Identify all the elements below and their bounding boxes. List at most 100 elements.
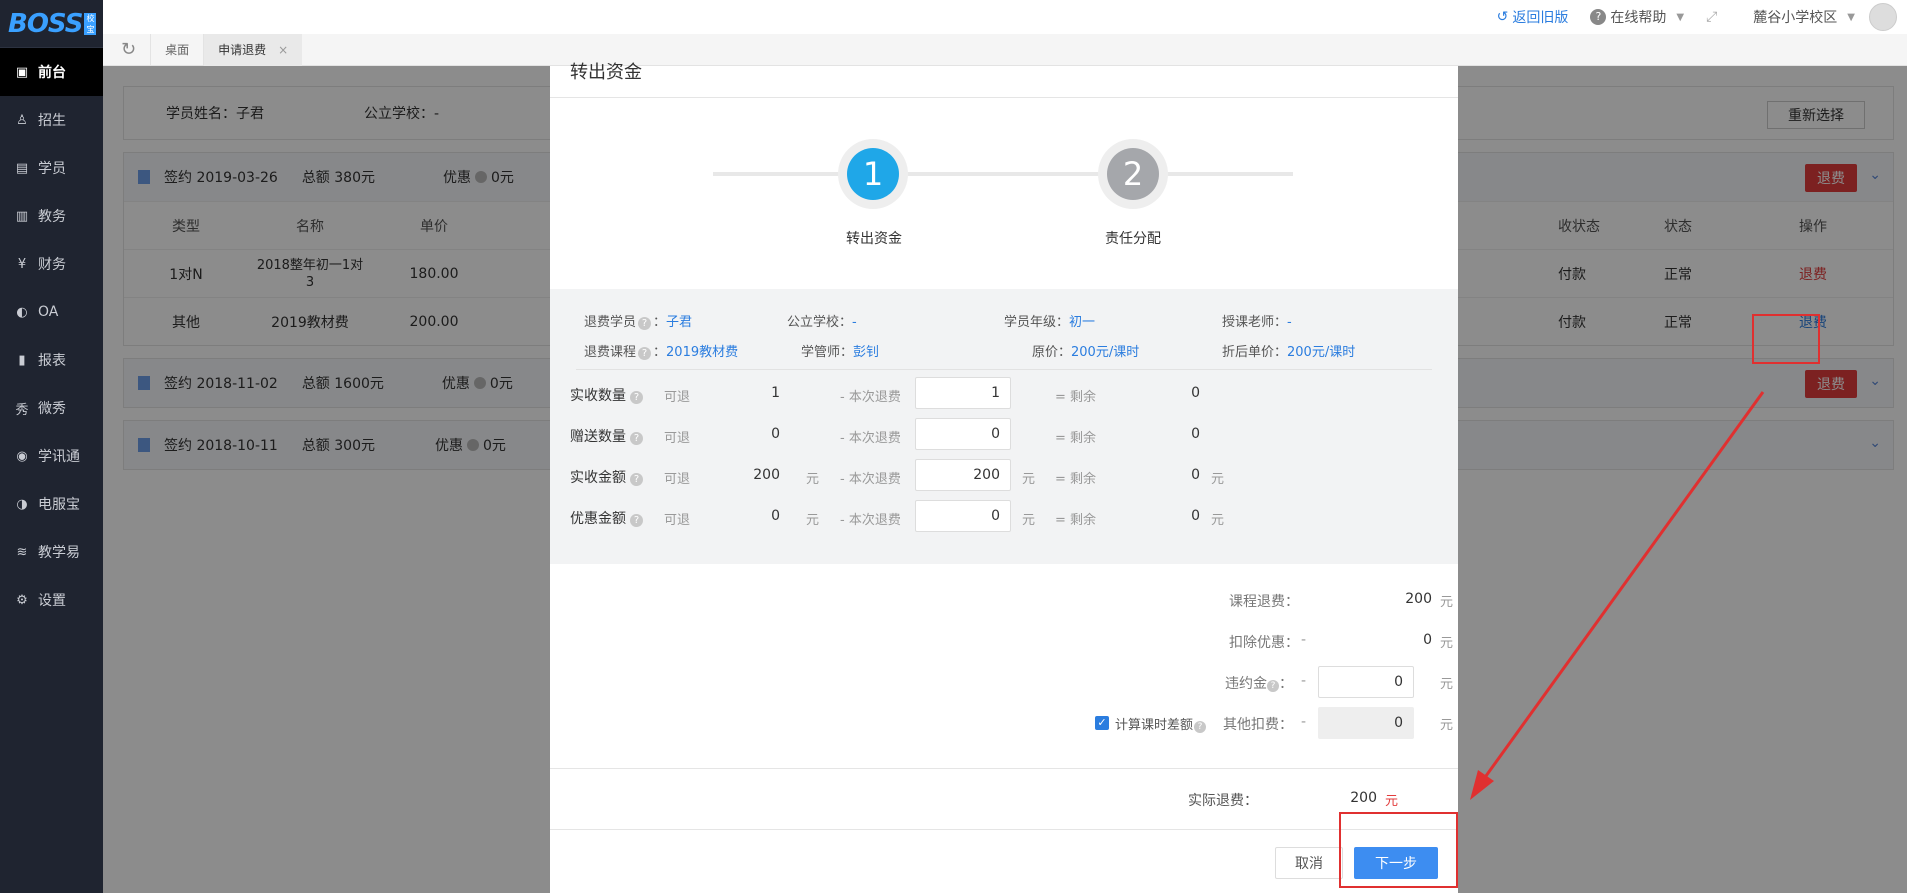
question-circle-icon: ? (630, 432, 643, 445)
logo-sub: 校宝 (84, 12, 97, 35)
actual-refund-value: 200 (1350, 790, 1377, 806)
refund-course: 退费课程? ：2019教材费 (584, 345, 739, 360)
back-old-version-link[interactable]: ↺ 返回旧版 (1497, 7, 1569, 27)
remain-label: = 剩余 (1055, 513, 1097, 528)
caret-down-icon: ▼ (1847, 11, 1855, 23)
question-circle-icon: ? (630, 514, 643, 527)
step-1-label: 转出资金 (846, 231, 902, 247)
sidebar-item-9[interactable]: ◑ 电服宝 (0, 480, 103, 528)
sidebar-nav: ▣ 前台 ♙ 招生 ▤ 学员 ▥ 教务 ¥ 财务 ◐ OA ▮ 报表秀微秀 ◉ 学讯通 ◑ 电服宝 ≋ 教学易 ⚙ 设置 (0, 48, 103, 624)
sidebar-item-5[interactable]: ◐ OA (0, 288, 103, 336)
remain-label: = 剩余 (1055, 472, 1097, 487)
calc-hour-diff-checkbox[interactable]: ✓ (1095, 716, 1109, 730)
question-circle-icon: ? (630, 391, 643, 404)
remain-value: 0 (1191, 385, 1200, 401)
tab-desktop[interactable]: 桌面 (150, 33, 203, 66)
tab-bar: ↻ 桌面 申请退费 × (103, 33, 1907, 66)
location-icon: ◉ (16, 448, 28, 464)
this-refund-label: - 本次退费 (840, 513, 901, 528)
logo-text: BOSS (8, 8, 83, 39)
refundable-label: 可退 (664, 472, 691, 487)
sidebar-item-1[interactable]: ♙ 招生 (0, 96, 103, 144)
remain-label: = 剩余 (1055, 431, 1097, 446)
this-refund-label: - 本次退费 (840, 390, 901, 405)
sidebar-item-8[interactable]: ◉ 学讯通 (0, 432, 103, 480)
yen-icon: ¥ (17, 256, 27, 272)
phone-icon: ◑ (16, 496, 28, 512)
course-refund-label: 课程退费： (1229, 594, 1299, 610)
sidebar-item-label: 学员 (38, 161, 66, 177)
penalty-label: 违约金?： (1225, 676, 1293, 692)
question-circle-icon: ? (1194, 721, 1207, 733)
this-refund-input[interactable]: 0 (915, 418, 1011, 450)
question-circle-icon: ? (638, 347, 652, 360)
sidebar-item-label: OA (38, 304, 59, 320)
course-teacher: 授课老师：- (1222, 315, 1292, 330)
this-refund-input[interactable]: 0 (915, 500, 1011, 532)
refundable-value: 0 (771, 508, 780, 524)
deduct-discount-label: 扣除优惠： (1229, 635, 1299, 651)
online-help-link[interactable]: ? 在线帮助 ▼ (1590, 7, 1684, 27)
sidebar-item-11[interactable]: ⚙ 设置 (0, 576, 103, 624)
user-plus-icon: ♙ (16, 112, 28, 128)
sidebar-item-label: 设置 (38, 593, 66, 609)
sidebar-item-label: 教学易 (38, 545, 80, 561)
remain-label: = 剩余 (1055, 390, 1097, 405)
course-refund-value: 200 (1405, 591, 1432, 607)
cancel-button[interactable]: 取消 (1275, 847, 1343, 879)
sidebar-item-6[interactable]: ▮ 报表 (0, 336, 103, 384)
question-circle-icon: ? (1590, 9, 1607, 25)
gear-icon: ⚙ (16, 592, 28, 608)
campus-selector[interactable]: 麓谷小学校区 ▼ (1753, 7, 1855, 27)
row-label: 实收金额? (570, 467, 643, 487)
transfer-funds-modal: 转出资金 1 2 转出资金 责任分配 退费学员? ：子君 公立学校：- 学员年级：… (550, 62, 1458, 893)
remain-value: 0 (1191, 508, 1200, 524)
show-icon: 秀 (15, 402, 29, 418)
fullscreen-button[interactable]: ⤢ (1706, 9, 1717, 25)
unit: 元 (806, 513, 820, 528)
sidebar-item-label: 财务 (38, 257, 66, 273)
steps-track (713, 172, 1293, 176)
study-manager: 学管师：彭钊 (801, 345, 880, 360)
refresh-icon[interactable]: ↻ (121, 39, 136, 60)
sidebar-item-label: 微秀 (38, 401, 66, 417)
toggle-icon: ◐ (16, 304, 28, 320)
row-label: 优惠金额? (570, 508, 643, 528)
sidebar-item-4[interactable]: ¥ 财务 (0, 240, 103, 288)
sidebar-item-label: 前台 (38, 65, 66, 81)
unit: 元 (1022, 513, 1036, 528)
sidebar-item-label: 电服宝 (38, 497, 80, 513)
sidebar-item-label: 学讯通 (38, 449, 80, 465)
sidebar-item-0[interactable]: ▣ 前台 (0, 48, 103, 96)
question-circle-icon: ? (1267, 680, 1279, 692)
sidebar-item-7[interactable]: 秀微秀 (0, 384, 103, 432)
deduct-discount-value: 0 (1423, 632, 1432, 648)
sidebar-item-10[interactable]: ≋ 教学易 (0, 528, 103, 576)
avatar[interactable] (1869, 3, 1897, 31)
this-refund-input[interactable]: 200 (915, 459, 1011, 491)
step-2: 2 (1098, 139, 1168, 209)
step-1: 1 (838, 139, 908, 209)
penalty-input[interactable]: 0 (1318, 666, 1414, 698)
close-icon[interactable]: × (278, 43, 288, 57)
caret-down-icon: ▼ (1676, 11, 1685, 23)
unit: 元 (1211, 472, 1225, 487)
other-deduction-input: 0 (1318, 707, 1414, 739)
row-label: 赠送数量? (570, 426, 643, 446)
highlight-box-next-button (1339, 812, 1458, 888)
book-icon: ▥ (15, 208, 29, 224)
undo-icon: ↺ (1496, 9, 1509, 25)
refundable-label: 可退 (664, 431, 691, 446)
public-school-info: 公立学校：- (787, 315, 857, 330)
sidebar-item-3[interactable]: ▥ 教务 (0, 192, 103, 240)
top-bar: ↺ 返回旧版 ? 在线帮助 ▼ ⤢ 麓谷小学校区 ▼ (103, 0, 1907, 34)
refundable-value: 1 (771, 385, 780, 401)
refund-details-section: 退费学员? ：子君 公立学校：- 学员年级：初一 授课老师：- 退费课程? ：201… (550, 289, 1458, 564)
sidebar-item-label: 招生 (38, 113, 66, 129)
logo[interactable]: BOSS 校宝 (0, 0, 103, 48)
tab-refund-apply[interactable]: 申请退费 × (203, 33, 303, 66)
refundable-label: 可退 (664, 390, 691, 405)
sidebar-item-2[interactable]: ▤ 学员 (0, 144, 103, 192)
this-refund-input[interactable]: 1 (915, 377, 1011, 409)
divider (576, 369, 1432, 370)
